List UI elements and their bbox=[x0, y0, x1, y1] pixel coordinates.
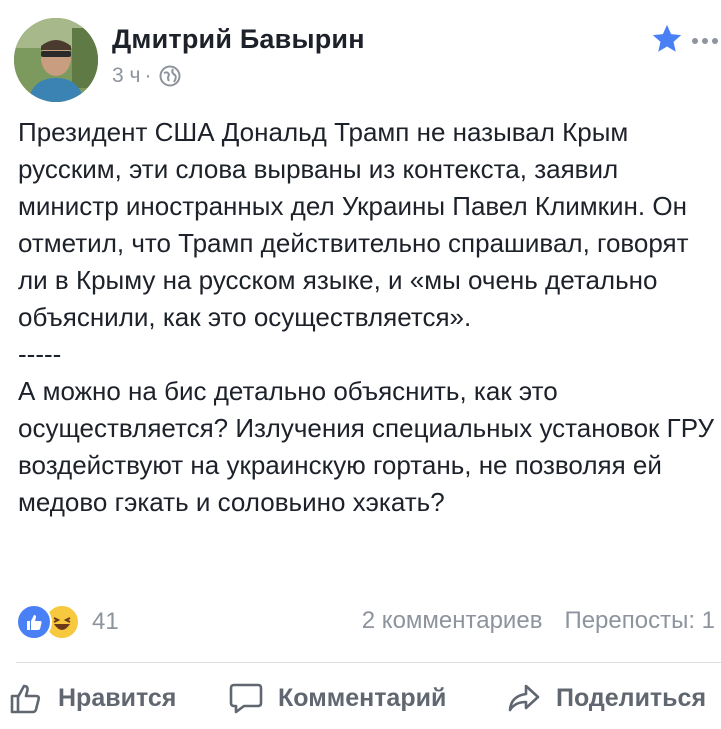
more-options-icon[interactable] bbox=[692, 38, 718, 44]
like-icon bbox=[16, 604, 52, 640]
meta-separator: · bbox=[144, 64, 152, 87]
reactions-summary[interactable]: 41 bbox=[16, 604, 119, 640]
comment-button[interactable]: Комментарий bbox=[228, 680, 446, 716]
avatar[interactable] bbox=[14, 18, 98, 102]
post-stats: 2 комментариев Перепосты: 1 bbox=[362, 607, 715, 635]
divider bbox=[16, 662, 721, 663]
action-bar: Нравится Комментарий Поделиться bbox=[0, 680, 721, 726]
author-name[interactable]: Дмитрий Бавырин bbox=[112, 24, 365, 55]
avatar-photo bbox=[14, 18, 98, 102]
share-button[interactable]: Поделиться bbox=[506, 680, 706, 716]
globe-icon bbox=[159, 65, 181, 87]
like-label: Нравится bbox=[58, 683, 177, 712]
comment-label: Комментарий bbox=[278, 683, 447, 712]
comment-icon bbox=[229, 683, 263, 714]
reaction-count: 41 bbox=[92, 608, 119, 635]
comments-count-link[interactable]: 2 комментариев bbox=[362, 607, 543, 635]
share-icon bbox=[508, 684, 540, 712]
post-meta: 3 ч · bbox=[112, 64, 181, 88]
post-text: Президент США Дональд Трамп не называл К… bbox=[18, 117, 714, 517]
like-button[interactable]: Нравится bbox=[8, 680, 176, 716]
post-time[interactable]: 3 ч bbox=[112, 64, 140, 88]
shares-count-link[interactable]: Перепосты: 1 bbox=[564, 607, 715, 635]
share-label: Поделиться bbox=[556, 683, 707, 712]
thumbs-up-icon bbox=[10, 684, 41, 714]
star-icon[interactable] bbox=[650, 22, 684, 56]
